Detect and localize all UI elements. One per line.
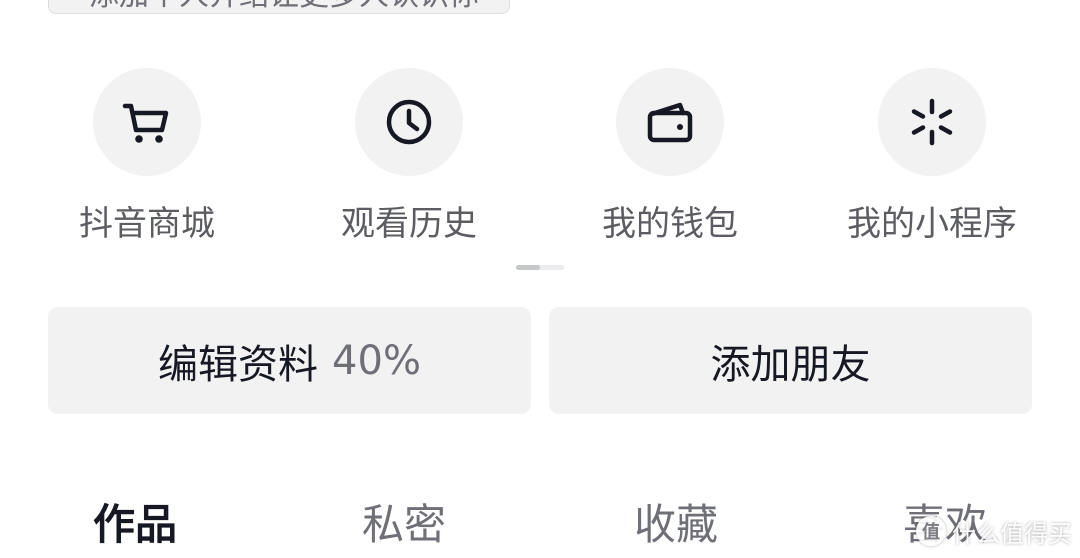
clock-icon: [386, 99, 432, 145]
shortcut-mini-programs[interactable]: 我的小程序: [832, 68, 1032, 244]
watermark: 值 什么值得买: [916, 514, 1072, 548]
watermark-logo: 值: [916, 516, 946, 546]
profile-intro-text: 添加个人介绍让更多人认识你: [89, 0, 509, 11]
shortcut-label: 观看历史: [341, 204, 477, 244]
profile-completion-percent: 40%: [332, 337, 421, 384]
mini-program-icon: [911, 98, 953, 146]
shortcut-my-wallet[interactable]: 我的钱包: [570, 68, 770, 244]
cart-icon: [122, 103, 169, 143]
shortcut-label: 抖音商城: [79, 204, 215, 244]
watermark-text: 什么值得买: [952, 519, 1072, 548]
shortcut-watch-history[interactable]: 观看历史: [309, 68, 509, 244]
shortcut-label: 我的钱包: [602, 204, 738, 244]
shortcut-icon-circle: [93, 68, 201, 176]
add-friend-label: 添加朋友: [710, 341, 871, 388]
shortcut-grid: 抖音商城 观看历史 我的钱包 我的小程序: [0, 68, 1080, 258]
shortcut-label: 我的小程序: [847, 204, 1017, 244]
profile-intro-chip[interactable]: 添加个人介绍让更多人认识你: [48, 0, 510, 14]
shortcut-icon-circle: [616, 68, 724, 176]
shortcut-icon-circle: [355, 68, 463, 176]
shortcut-douyin-mall[interactable]: 抖音商城: [47, 68, 247, 244]
wallet-icon: [647, 102, 693, 143]
page-indicator: [516, 265, 564, 270]
edit-profile-label: 编辑资料: [158, 341, 319, 388]
edit-profile-button[interactable]: 编辑资料 40%: [48, 307, 531, 414]
shortcut-icon-circle: [878, 68, 986, 176]
tab-private[interactable]: 私密: [304, 500, 504, 550]
page-indicator-thumb: [516, 265, 540, 270]
tab-works[interactable]: 作品: [35, 500, 235, 550]
tab-favorites[interactable]: 收藏: [576, 500, 776, 550]
add-friend-button[interactable]: 添加朋友: [549, 307, 1032, 414]
